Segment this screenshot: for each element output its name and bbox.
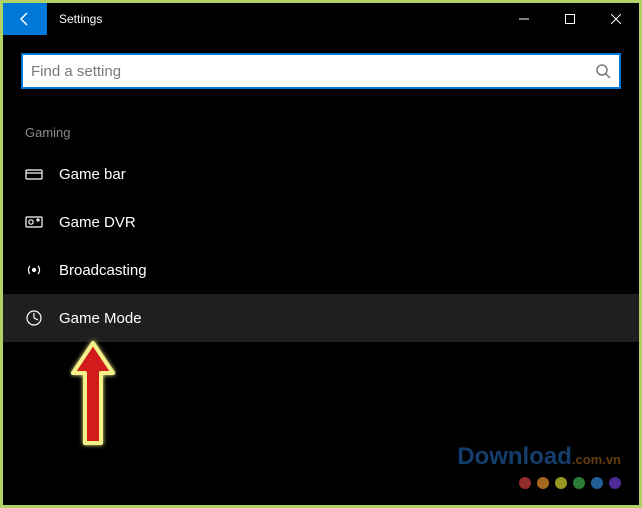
annotation-arrow — [63, 333, 123, 453]
broadcast-icon — [25, 261, 43, 279]
minimize-button[interactable] — [501, 3, 547, 35]
watermark: Download.com.vn — [457, 443, 621, 489]
maximize-icon — [565, 14, 575, 24]
nav-item-label: Broadcasting — [59, 262, 147, 279]
nav-item-label: Game DVR — [59, 214, 136, 231]
gamebar-icon — [25, 165, 43, 183]
back-button[interactable] — [3, 3, 47, 35]
watermark-text: Download.com.vn — [457, 443, 621, 471]
section-header: Gaming — [21, 125, 621, 140]
maximize-button[interactable] — [547, 3, 593, 35]
dot — [591, 477, 603, 489]
search-input[interactable] — [31, 63, 595, 80]
window-title: Settings — [47, 3, 102, 35]
nav-item-label: Game bar — [59, 166, 126, 183]
minimize-icon — [519, 14, 529, 24]
window-frame: Settings Gaming Game bar — [0, 0, 642, 508]
arrow-left-icon — [17, 11, 33, 27]
search-box[interactable] — [21, 53, 621, 89]
dot — [555, 477, 567, 489]
sidebar-item-game-mode[interactable]: Game Mode — [3, 294, 639, 342]
close-icon — [611, 14, 621, 24]
close-button[interactable] — [593, 3, 639, 35]
gamemode-icon — [25, 309, 43, 327]
watermark-dots — [457, 477, 621, 489]
sidebar-item-game-dvr[interactable]: Game DVR — [3, 198, 639, 246]
sidebar-item-broadcasting[interactable]: Broadcasting — [3, 246, 639, 294]
nav-item-label: Game Mode — [59, 310, 142, 327]
dot — [609, 477, 621, 489]
watermark-ext: .com.vn — [572, 452, 621, 467]
dot — [537, 477, 549, 489]
dot — [519, 477, 531, 489]
sidebar-item-game-bar[interactable]: Game bar — [3, 150, 639, 198]
content-area: Gaming Game bar Game DVR Broadcasting — [3, 35, 639, 342]
title-bar: Settings — [3, 3, 639, 35]
dot — [573, 477, 585, 489]
nav-list: Game bar Game DVR Broadcasting Game Mode — [21, 150, 621, 342]
gamedvr-icon — [25, 213, 43, 231]
search-icon — [595, 63, 611, 79]
watermark-brand: Download — [457, 443, 572, 470]
